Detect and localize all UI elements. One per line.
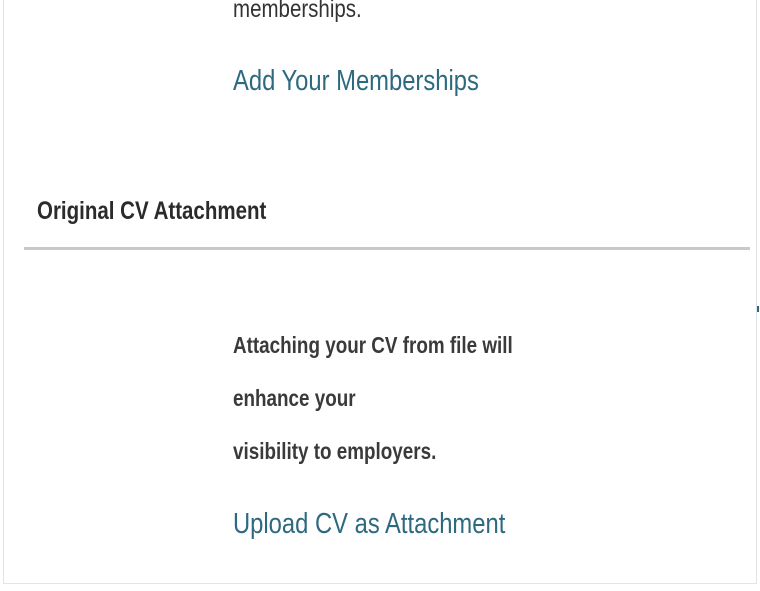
add-memberships-link[interactable]: Add Your Memberships [233,64,533,98]
cv-info-line-3: visibility to employers. [233,437,481,465]
cv-info-line-1: Attaching your CV from file will [233,331,574,359]
cv-attachment-heading: Original CV Attachment [37,196,317,226]
edge-marker [757,306,759,312]
cv-info-line-3-text: visibility to employers. [233,438,437,464]
upload-cv-link[interactable]: Upload CV as Attachment [233,507,565,541]
memberships-description-text: memberships. [233,0,362,23]
memberships-description: memberships. [233,0,390,24]
profile-card: memberships. Add Your Memberships Origin… [3,0,757,584]
cv-info-line-2: enhance your [233,384,383,412]
section-divider [24,247,750,250]
upload-cv-link-text: Upload CV as Attachment [233,508,506,540]
cv-attachment-heading-text: Original CV Attachment [37,197,267,225]
cv-info-line-2-text: enhance your [233,385,356,411]
cv-info-line-1-text: Attaching your CV from file will [233,332,513,358]
add-memberships-link-text: Add Your Memberships [233,65,479,97]
